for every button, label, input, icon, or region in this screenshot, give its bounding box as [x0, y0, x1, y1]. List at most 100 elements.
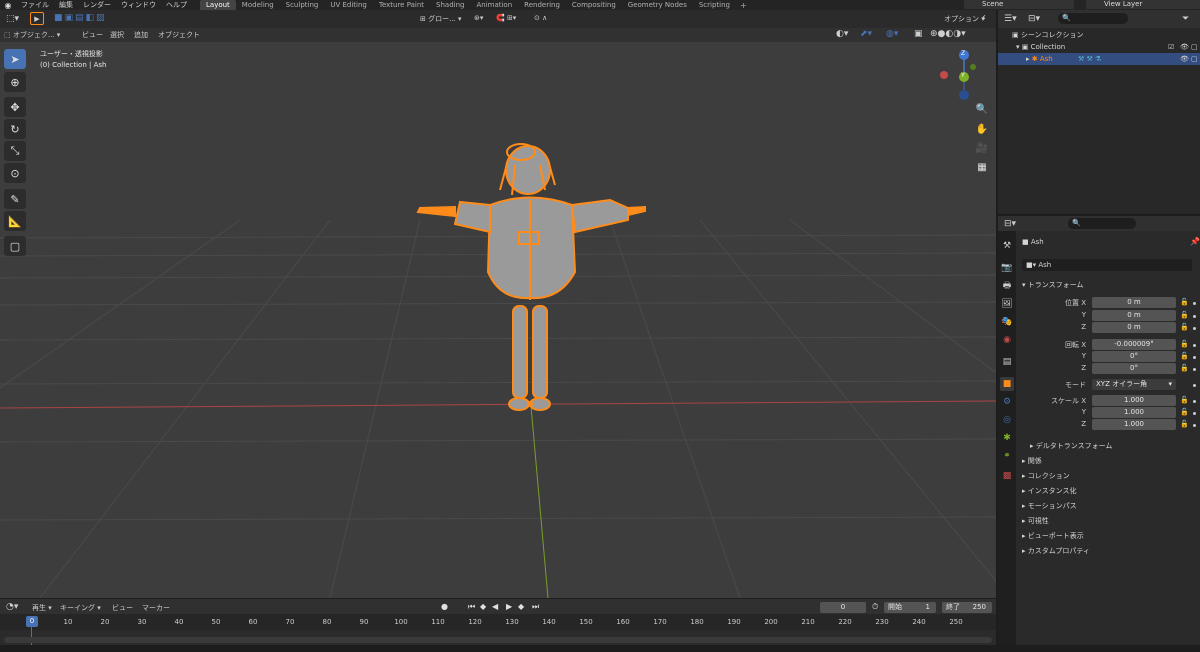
object-row-ash[interactable]: ▸ ✱ Ash ⚒ ⚒ ⚗ 👁 ▢: [998, 53, 1200, 65]
properties-type-icon[interactable]: ⊟▾: [1004, 219, 1016, 229]
tab-uv-editing[interactable]: UV Editing: [324, 0, 373, 10]
menu-edit[interactable]: 編集: [54, 0, 78, 10]
lock-icon[interactable]: 🔓: [1180, 364, 1189, 372]
display-mode-icon[interactable]: ⊟▾: [1028, 14, 1040, 24]
keyframe-dot[interactable]: [1193, 302, 1196, 305]
annotate-tool-icon[interactable]: ✎: [4, 189, 26, 209]
proportional-edit-icon[interactable]: ⊙ ∧: [534, 14, 547, 22]
relations-section[interactable]: ▸ 関係: [1022, 456, 1042, 466]
move-tool-icon[interactable]: ✥: [4, 97, 26, 117]
editor-type-icon[interactable]: ⬚▾: [6, 14, 19, 24]
select-box-icon[interactable]: ▶: [30, 12, 44, 25]
tab-rendering[interactable]: Rendering: [518, 0, 566, 10]
object-tab-icon[interactable]: ■: [1000, 377, 1014, 391]
pin-icon[interactable]: 📌: [1190, 237, 1200, 246]
keyframe-dot[interactable]: [1193, 400, 1196, 403]
modifier-tab-icon[interactable]: ⚙: [1000, 395, 1014, 409]
lock-icon[interactable]: 🔓: [1180, 420, 1189, 428]
lock-icon[interactable]: 🔓: [1180, 340, 1189, 348]
clock-icon[interactable]: ⏱: [872, 602, 878, 612]
object-name-field[interactable]: ■▾ Ash: [1022, 259, 1192, 271]
filter-icon[interactable]: ⏷: [1182, 14, 1189, 24]
rotation-z-field[interactable]: 0°: [1092, 363, 1176, 374]
camera-icon[interactable]: ▢: [1191, 41, 1198, 53]
texture-tab-icon[interactable]: ▩: [1000, 469, 1014, 483]
play-reverse-icon[interactable]: ◀: [492, 602, 498, 611]
tab-geometry-nodes[interactable]: Geometry Nodes: [622, 0, 693, 10]
tab-shading[interactable]: Shading: [430, 0, 470, 10]
armature-data-tab-icon[interactable]: ✱: [1000, 431, 1014, 445]
shading-mode-icons[interactable]: ⊕●◐◑▾: [930, 29, 966, 39]
keyframe-dot[interactable]: [1193, 315, 1196, 318]
checkbox-icon[interactable]: ☑: [1168, 41, 1174, 53]
marker-menu[interactable]: マーカー: [142, 603, 170, 613]
snap-icon[interactable]: 🧲 ⊞▾: [496, 14, 516, 22]
scale-x-field[interactable]: 1.000: [1092, 395, 1176, 406]
navigation-gizmo[interactable]: [940, 50, 976, 100]
keyframe-dot[interactable]: [1193, 412, 1196, 415]
rotate-tool-icon[interactable]: ↻: [4, 119, 26, 139]
tab-animation[interactable]: Animation: [470, 0, 518, 10]
menu-file[interactable]: ファイル: [16, 0, 54, 10]
object-mode-dropdown[interactable]: ⬚ オブジェク... ▾: [4, 30, 60, 40]
timeline-type-icon[interactable]: ◔▾: [6, 602, 18, 612]
render-tab-icon[interactable]: 📷: [1000, 261, 1014, 275]
lock-icon[interactable]: 🔓: [1180, 298, 1189, 306]
world-tab-icon[interactable]: ◉: [1000, 333, 1014, 347]
instancing-section[interactable]: ▸ インスタンス化: [1022, 486, 1076, 496]
keyframe-dot[interactable]: [1193, 344, 1196, 347]
keyframe-dot[interactable]: [1193, 356, 1196, 359]
tab-scripting[interactable]: Scripting: [693, 0, 736, 10]
transform-section-header[interactable]: ▾ トランスフォーム: [1022, 280, 1083, 290]
visibility-icon[interactable]: ◐▾: [836, 29, 848, 39]
keyframe-dot[interactable]: [1193, 384, 1196, 387]
outliner-type-icon[interactable]: ☰▾: [1004, 14, 1017, 24]
visibility-section[interactable]: ▸ 可視性: [1022, 516, 1049, 526]
next-keyframe-icon[interactable]: ◆: [518, 602, 524, 611]
transform-tool-icon[interactable]: ⊙: [4, 163, 26, 183]
keyframe-dot[interactable]: [1193, 327, 1196, 330]
selection-mode-icons[interactable]: ■▣▤◧▨: [54, 13, 107, 23]
measure-tool-icon[interactable]: 📐: [4, 211, 26, 231]
tool-tab-icon[interactable]: ⚒: [1000, 239, 1014, 253]
camera-view-icon[interactable]: 🎥: [974, 140, 990, 156]
3d-viewport[interactable]: [0, 10, 996, 598]
jump-start-icon[interactable]: ⏮: [468, 602, 475, 612]
camera-icon[interactable]: ▢: [1191, 53, 1198, 65]
prev-keyframe-icon[interactable]: ◆: [480, 602, 486, 611]
scale-tool-icon[interactable]: ⤡: [4, 141, 26, 161]
blender-logo-icon[interactable]: ◉: [0, 1, 16, 10]
overlay-toggle-icon[interactable]: ◍▾: [886, 29, 898, 39]
rotation-mode-dropdown[interactable]: XYZ オイラー角 ▾: [1092, 379, 1176, 390]
eye-icon[interactable]: 👁: [1180, 53, 1189, 65]
jump-end-icon[interactable]: ⏭: [532, 602, 539, 612]
delta-transform-section[interactable]: ▸ デルタトランスフォーム: [1030, 441, 1112, 451]
eye-icon[interactable]: 👁: [1180, 41, 1189, 53]
start-frame-field[interactable]: 開始 1: [884, 602, 936, 613]
scene-tab-icon[interactable]: 🎭: [1000, 315, 1014, 329]
viewport-display-section[interactable]: ▸ ビューポート表示: [1022, 531, 1084, 541]
tab-modeling[interactable]: Modeling: [236, 0, 280, 10]
xray-icon[interactable]: ▣: [914, 29, 923, 39]
zoom-icon[interactable]: 🔍: [974, 101, 990, 117]
collapse-icon[interactable]: ‹: [982, 12, 986, 23]
collection-row[interactable]: ▾ ▣ Collection ☑ 👁 ▢: [998, 41, 1200, 53]
gizmo-toggle-icon[interactable]: ⬈▾: [860, 29, 872, 39]
transform-orientation-dropdown[interactable]: ⊞ グロー... ▾: [420, 14, 462, 24]
grid-ortho-icon[interactable]: ▦: [974, 159, 990, 175]
keying-menu[interactable]: キーイング ▾: [60, 603, 101, 613]
custom-properties-section[interactable]: ▸ カスタムプロパティ: [1022, 546, 1090, 556]
record-icon[interactable]: ●: [441, 602, 448, 611]
current-frame-field[interactable]: 0: [820, 602, 866, 613]
pan-hand-icon[interactable]: ✋: [974, 121, 990, 137]
lock-icon[interactable]: 🔓: [1180, 352, 1189, 360]
motion-paths-section[interactable]: ▸ モーションパス: [1022, 501, 1077, 511]
scale-y-field[interactable]: 1.000: [1092, 407, 1176, 418]
keyframe-dot[interactable]: [1193, 368, 1196, 371]
tab-texture-paint[interactable]: Texture Paint: [373, 0, 430, 10]
add-workspace-icon[interactable]: +: [736, 1, 751, 10]
menu-window[interactable]: ウィンドウ: [116, 0, 161, 10]
rotation-y-field[interactable]: 0°: [1092, 351, 1176, 362]
rotation-x-field[interactable]: -0.000009°: [1092, 339, 1176, 350]
playhead[interactable]: 0: [26, 616, 38, 627]
